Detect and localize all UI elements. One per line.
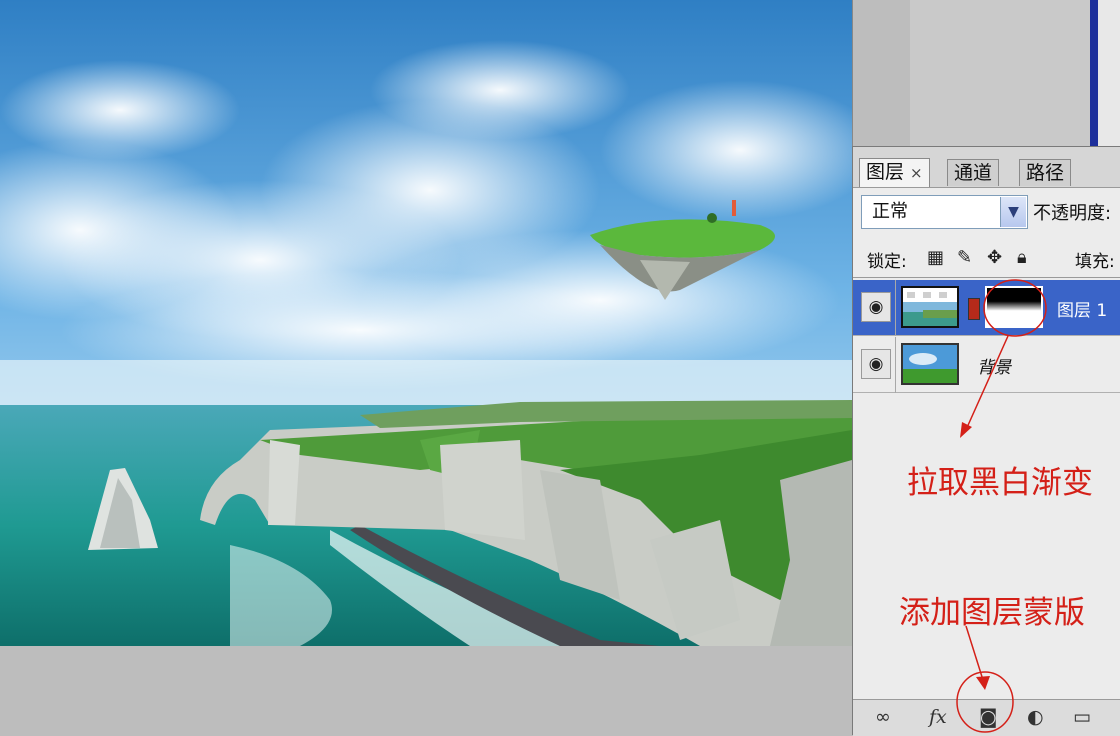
opacity-label: 不透明度:: [1033, 203, 1112, 224]
document-canvas[interactable]: [0, 0, 853, 646]
panel-bottom-toolbar: ∞ fx ◙ ◐ ▭: [853, 699, 1120, 736]
lock-all-icon[interactable]: 🔒︎: [1017, 247, 1027, 268]
tab-paths[interactable]: 路径: [1019, 159, 1072, 186]
lock-label: 锁定:: [867, 252, 907, 272]
layer-row-layer1[interactable]: ◉ 图层 1: [853, 280, 1120, 336]
tab-paths-label: 路径: [1026, 162, 1065, 184]
close-icon[interactable]: ×: [910, 164, 923, 182]
divider: [895, 280, 896, 336]
layer-thumbnail[interactable]: [901, 343, 959, 385]
tab-layers[interactable]: 图层 ×: [859, 158, 930, 187]
layer-thumbnail-image: [903, 288, 957, 326]
lock-brush-icon[interactable]: ✎: [957, 247, 972, 268]
tab-layers-label: 图层: [866, 161, 905, 183]
layer-row-background[interactable]: ◉ 背景: [853, 337, 1120, 393]
tab-channels-label: 通道: [954, 162, 993, 184]
gradient-annotation: 拉取黑白渐变: [907, 465, 1093, 501]
fx-icon[interactable]: fx: [929, 706, 947, 728]
fill-label: 填充:: [1075, 252, 1115, 272]
dropdown-arrow-icon[interactable]: ▼: [1000, 197, 1026, 227]
layer-thumbnail[interactable]: [901, 286, 959, 328]
layer-mask-thumbnail[interactable]: [985, 286, 1043, 328]
window-edge: [1090, 0, 1098, 146]
workspace-background: [910, 0, 1120, 146]
blend-mode-select[interactable]: 正常 ▼: [861, 195, 1028, 229]
adjustment-layer-icon[interactable]: ◐: [1027, 706, 1044, 728]
layers-panel: 图层 × 通道 路径 正常 ▼ 不透明度: 锁定: ▦ ✎ ✥ 🔒︎ 填充: ◉: [852, 146, 1120, 736]
lock-move-icon[interactable]: ✥: [987, 247, 1002, 268]
new-group-icon[interactable]: ▭: [1073, 706, 1091, 728]
eye-icon[interactable]: ◉: [861, 292, 891, 322]
divider: [895, 337, 896, 393]
layer-name: 背景: [977, 358, 1011, 378]
layer-mask-icon[interactable]: ◙: [979, 706, 997, 728]
link-icon[interactable]: ∞: [875, 706, 891, 728]
divider: [853, 277, 1120, 278]
lock-transparent-icon[interactable]: ▦: [927, 247, 944, 268]
tab-channels[interactable]: 通道: [947, 159, 1000, 186]
link-icon[interactable]: [968, 298, 980, 320]
mask-gradient-image: [987, 288, 1041, 326]
panel-tabs: 图层 × 通道 路径: [853, 147, 1120, 188]
landscape-image: [0, 0, 852, 646]
mask-annotation: 添加图层蒙版: [899, 595, 1085, 631]
layer-name: 图层 1: [1057, 301, 1108, 321]
blend-mode-value: 正常: [872, 201, 908, 222]
window-edge-light: [1098, 0, 1120, 146]
lock-row: 锁定: ▦ ✎ ✥ 🔒︎ 填充:: [853, 243, 1120, 273]
eye-icon[interactable]: ◉: [861, 349, 891, 379]
background-thumbnail-image: [903, 345, 957, 383]
